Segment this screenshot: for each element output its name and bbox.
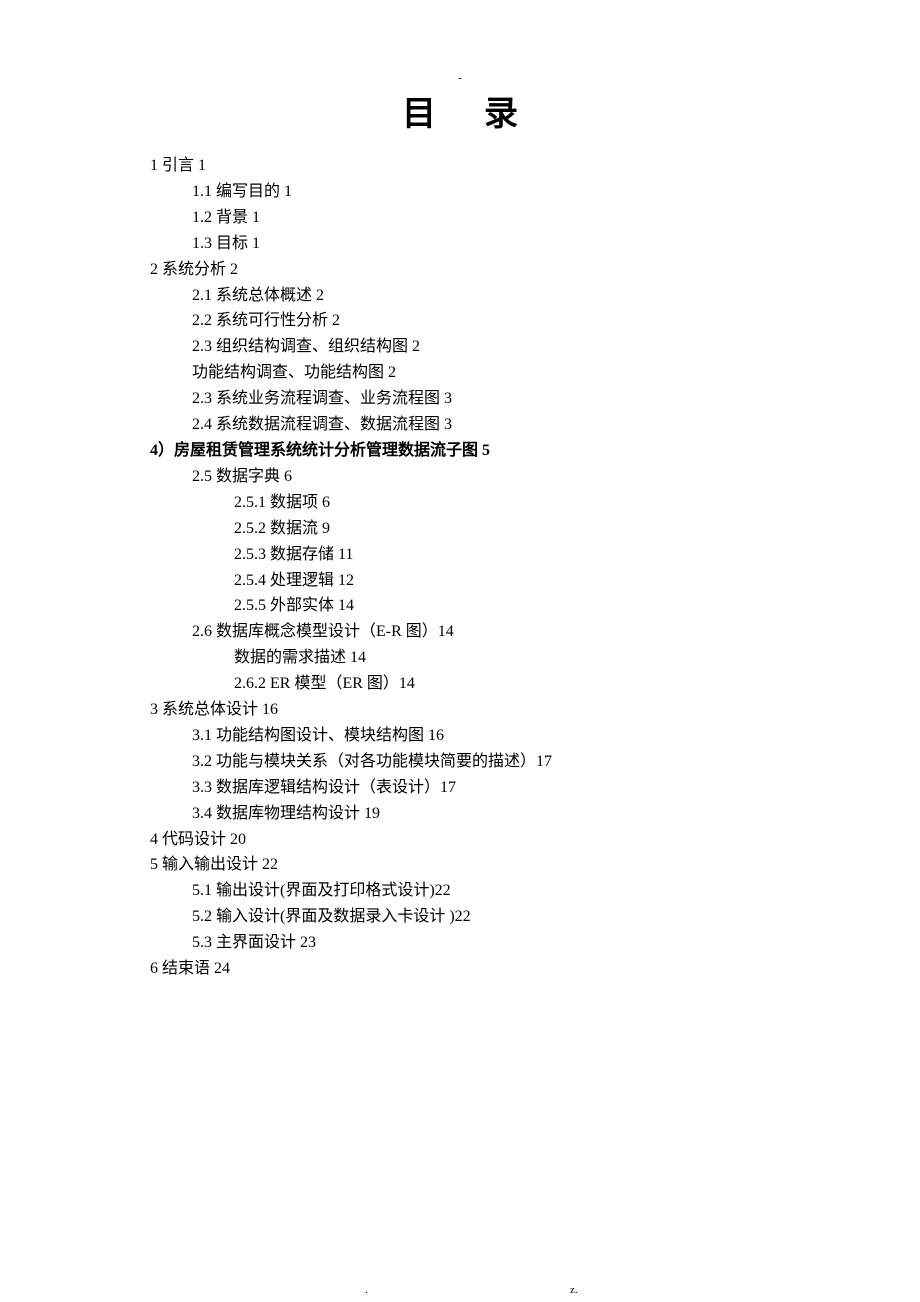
toc-entry: 5.3 主界面设计 23 <box>192 930 820 956</box>
footer-page-mark: z. <box>570 1284 578 1296</box>
page-title: 目录 <box>0 86 920 135</box>
toc-entry: 4 代码设计 20 <box>150 827 820 853</box>
toc-entry: 2.3 组织结构调查、组织结构图 2 <box>192 334 820 360</box>
footer-dot: . <box>365 1284 368 1296</box>
toc-entry: 2.5.1 数据项 6 <box>234 490 820 516</box>
toc-entry: 5.2 输入设计(界面及数据录入卡设计 )22 <box>192 904 820 930</box>
toc-entry: 4）房屋租赁管理系统统计分析管理数据流子图 5 <box>150 438 820 464</box>
toc-entry: 2.2 系统可行性分析 2 <box>192 308 820 334</box>
toc-entry: 2.5.4 处理逻辑 12 <box>234 568 820 594</box>
toc-entry: 数据的需求描述 14 <box>234 645 820 671</box>
toc-entry: 2.4 系统数据流程调查、数据流程图 3 <box>192 412 820 438</box>
toc-entry: 6 结束语 24 <box>150 956 820 982</box>
toc-entry: 3.1 功能结构图设计、模块结构图 16 <box>192 723 820 749</box>
toc-entry: 3.4 数据库物理结构设计 19 <box>192 801 820 827</box>
toc-entry: 1.3 目标 1 <box>192 231 820 257</box>
toc-entry: 3.2 功能与模块关系（对各功能模块简要的描述）17 <box>192 749 820 775</box>
toc-entry: 2.3 系统业务流程调查、业务流程图 3 <box>192 386 820 412</box>
toc-entry: 5 输入输出设计 22 <box>150 852 820 878</box>
toc-entry: 3.3 数据库逻辑结构设计（表设计）17 <box>192 775 820 801</box>
toc-entry: 2.5 数据字典 6 <box>192 464 820 490</box>
toc-entry: 5.1 输出设计(界面及打印格式设计)22 <box>192 878 820 904</box>
toc-entry: 2 系统分析 2 <box>150 257 820 283</box>
toc-entry: 2.6 数据库概念模型设计（E-R 图）14 <box>192 619 820 645</box>
toc-entry: 2.6.2 ER 模型（ER 图）14 <box>234 671 820 697</box>
toc-entry: 3 系统总体设计 16 <box>150 697 820 723</box>
header-mark: - <box>0 72 920 84</box>
toc-entry: 2.5.2 数据流 9 <box>234 516 820 542</box>
toc-entry: 功能结构调查、功能结构图 2 <box>192 360 820 386</box>
toc-entry: 2.5.3 数据存储 11 <box>234 542 820 568</box>
table-of-contents: 1 引言 11.1 编写目的 11.2 背景 11.3 目标 12 系统分析 2… <box>0 153 920 982</box>
toc-entry: 1.1 编写目的 1 <box>192 179 820 205</box>
toc-entry: 1 引言 1 <box>150 153 820 179</box>
toc-entry: 2.1 系统总体概述 2 <box>192 283 820 309</box>
toc-entry: 2.5.5 外部实体 14 <box>234 593 820 619</box>
toc-entry: 1.2 背景 1 <box>192 205 820 231</box>
